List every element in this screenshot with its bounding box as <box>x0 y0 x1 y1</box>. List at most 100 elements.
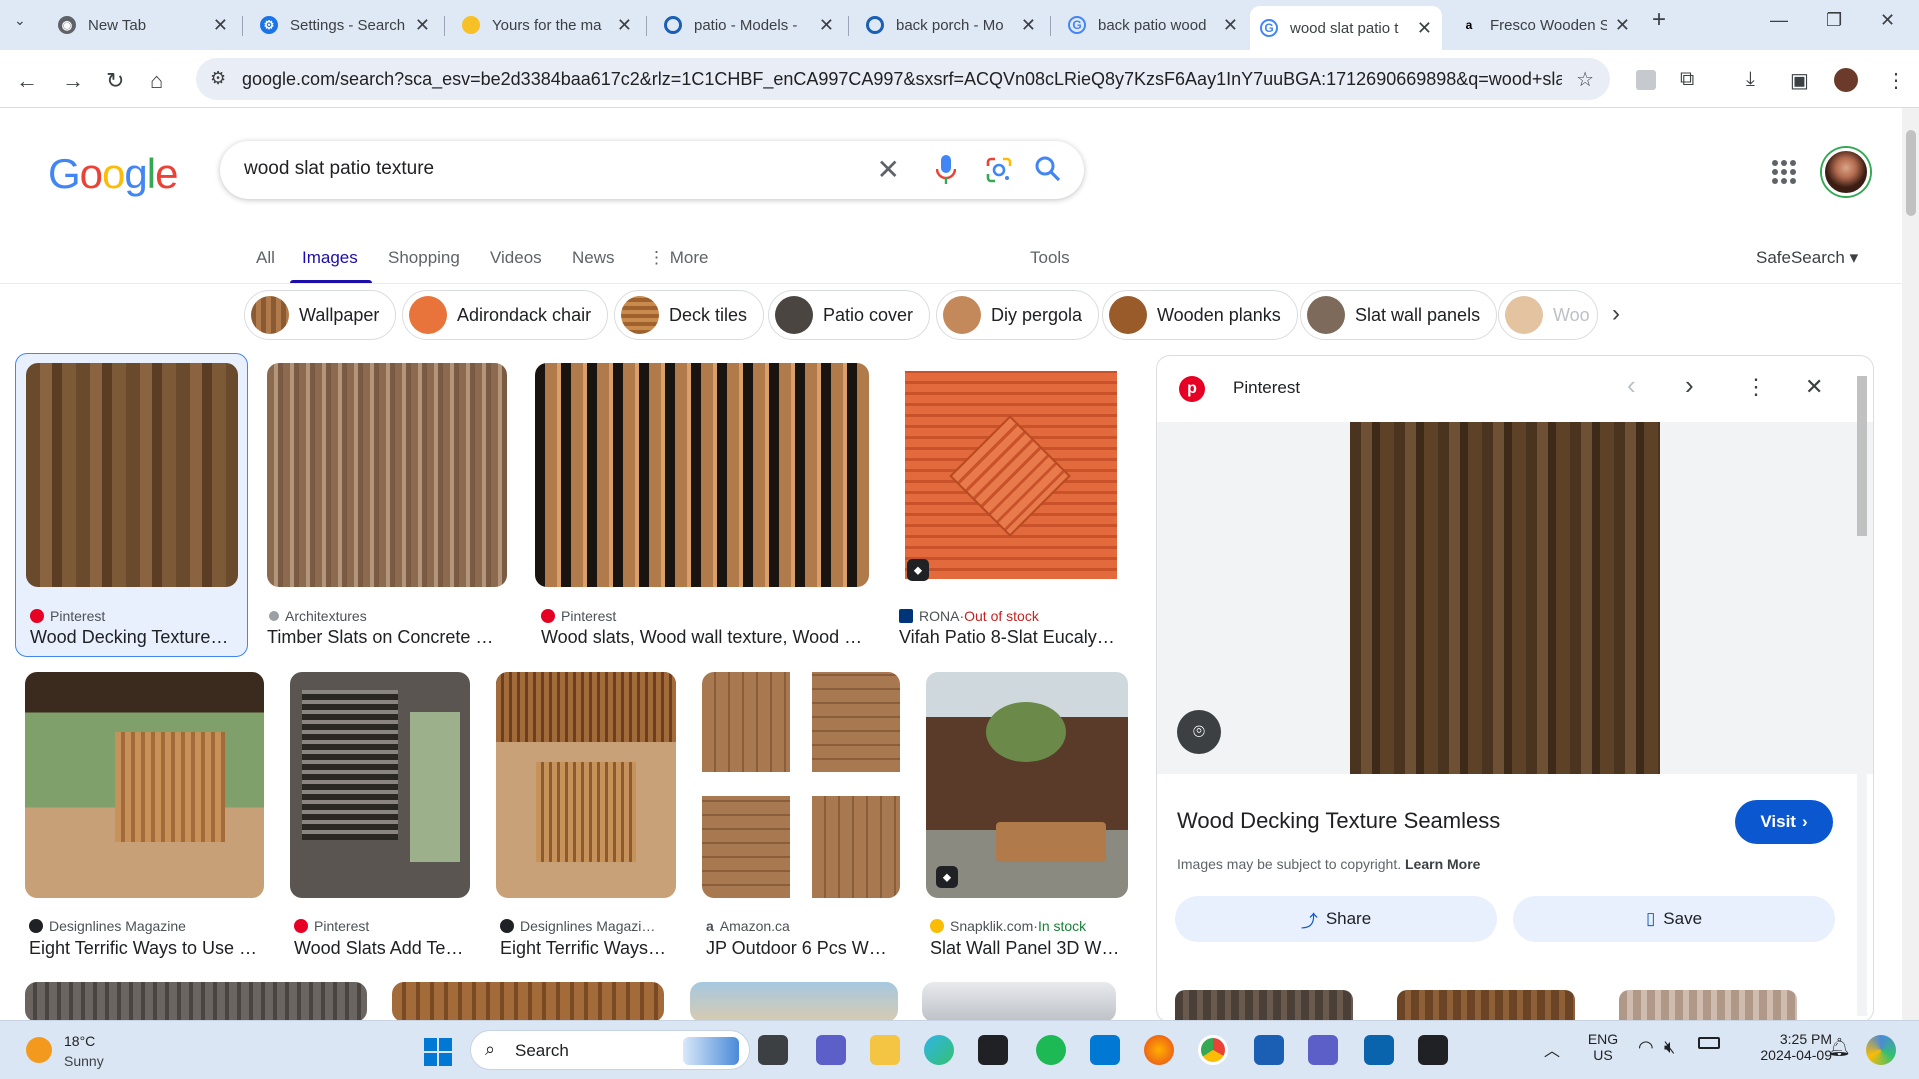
learn-more-link[interactable]: Learn More <box>1405 856 1480 872</box>
spotify-icon[interactable] <box>1036 1035 1066 1065</box>
close-icon[interactable]: ✕ <box>617 15 632 36</box>
visit-button[interactable]: Visit › <box>1735 800 1833 844</box>
tab-back-porch[interactable]: back porch - Mo ✕ <box>856 8 1046 42</box>
result-caption[interactable]: Wood Slats Add Te… <box>294 938 470 959</box>
result-thumbnail[interactable] <box>26 363 238 587</box>
result-thumbnail[interactable]: ⬥ <box>926 672 1128 898</box>
share-button[interactable]: ⤴ Share <box>1175 896 1497 942</box>
search-icon[interactable] <box>1034 155 1062 183</box>
tab-all[interactable]: All <box>256 248 275 268</box>
download-icon[interactable]: ⤓ <box>1746 68 1755 91</box>
result-caption[interactable]: Eight Terrific Ways… <box>500 938 676 959</box>
weather-temp[interactable]: 18°C <box>64 1033 95 1049</box>
tab-wood-slat-patio[interactable]: G wood slat patio t ✕ <box>1250 6 1442 50</box>
close-icon[interactable]: ✕ <box>1417 18 1432 39</box>
profile-avatar[interactable] <box>1834 68 1858 92</box>
close-icon[interactable]: ✕ <box>213 15 228 36</box>
chip-wallpaper[interactable]: Wallpaper <box>244 290 397 340</box>
previous-icon[interactable]: ‹ <box>1627 370 1636 401</box>
store-icon[interactable] <box>1090 1035 1120 1065</box>
chip-diy-pergola[interactable]: Diy pergola <box>936 290 1100 340</box>
clear-search-icon[interactable]: ✕ <box>877 153 900 186</box>
language-indicator[interactable]: ENG US <box>1586 1031 1620 1063</box>
weather-label[interactable]: Sunny <box>64 1053 104 1069</box>
taskbar-search[interactable]: ⌕ Search <box>470 1030 750 1070</box>
window-close-icon[interactable]: ✕ <box>1880 10 1895 31</box>
forward-icon[interactable]: → <box>62 68 84 94</box>
chip-slat-wall-panels[interactable]: Slat wall panels <box>1300 290 1498 340</box>
result-caption[interactable]: Wood Decking Texture… <box>30 627 242 648</box>
tab-news[interactable]: News <box>572 248 615 268</box>
close-icon[interactable]: ✕ <box>1615 15 1630 36</box>
scrollbar-thumb[interactable] <box>1906 130 1916 216</box>
result-source[interactable]: RONA · Out of stock <box>899 608 1039 624</box>
close-preview-icon[interactable]: ✕ <box>1805 374 1823 400</box>
result-thumbnail[interactable] <box>535 363 869 587</box>
result-thumbnail[interactable] <box>25 672 264 898</box>
next-icon[interactable]: › <box>1685 370 1694 401</box>
address-bar[interactable]: ⚙ google.com/search?sca_esv=be2d3384baa6… <box>196 58 1610 100</box>
start-windows-icon[interactable] <box>424 1038 452 1066</box>
firefox-icon[interactable] <box>1144 1035 1174 1065</box>
close-icon[interactable]: ✕ <box>1021 15 1036 36</box>
result-thumbnail[interactable] <box>25 982 367 1020</box>
reload-icon[interactable]: ↻ <box>106 68 124 94</box>
result-source[interactable]: a Amazon.ca <box>706 918 790 934</box>
page-scrollbar[interactable] <box>1902 108 1919 1020</box>
chrome-taskbar-icon[interactable] <box>1198 1035 1228 1065</box>
teams-taskbar-icon[interactable] <box>1308 1035 1338 1065</box>
lens-search-icon[interactable]: ⌾ <box>1177 710 1221 754</box>
chips-next-icon[interactable]: › <box>1612 300 1620 328</box>
result-caption[interactable]: Slat Wall Panel 3D W… <box>930 938 1128 959</box>
tab-yours[interactable]: Yours for the ma ✕ <box>452 8 642 42</box>
extensions-puzzle-icon[interactable]: ⧉ <box>1680 68 1694 91</box>
tab-shopping[interactable]: Shopping <box>388 248 460 268</box>
result-thumbnail[interactable] <box>922 982 1116 1020</box>
tab-fresco-wooden[interactable]: a Fresco Wooden S ✕ <box>1450 8 1640 42</box>
close-icon[interactable]: ✕ <box>415 15 430 36</box>
teams-icon[interactable] <box>816 1035 846 1065</box>
close-icon[interactable]: ✕ <box>819 15 834 36</box>
side-panel-icon[interactable]: ▣ <box>1790 68 1809 93</box>
result-source[interactable]: Designlines Magazine <box>29 918 186 934</box>
volume-muted-icon[interactable]: 🔇︎ <box>1664 1037 1675 1058</box>
edge-icon[interactable] <box>924 1035 954 1065</box>
preview-image[interactable] <box>1350 422 1660 774</box>
chip-wooden-planks[interactable]: Wooden planks <box>1102 290 1298 340</box>
back-icon[interactable]: ← <box>16 68 38 94</box>
result-caption[interactable]: Timber Slats on Concrete … <box>267 627 507 648</box>
microphone-icon[interactable] <box>936 155 956 185</box>
chip-adirondack-chair[interactable]: Adirondack chair <box>402 290 609 340</box>
tab-videos[interactable]: Videos <box>490 248 542 268</box>
tab-settings[interactable]: ⚙ Settings - Search ✕ <box>250 8 440 42</box>
tab-patio-models[interactable]: patio - Models - ✕ <box>654 8 844 42</box>
wifi-icon[interactable]: ◠ <box>1638 1037 1654 1058</box>
tools-button[interactable]: Tools <box>1030 248 1070 268</box>
google-logo[interactable]: Google <box>48 150 178 198</box>
tab-search-chevron-icon[interactable]: ⌄ <box>14 12 26 29</box>
result-caption[interactable]: Wood slats, Wood wall texture, Wood … <box>541 627 871 648</box>
file-explorer-icon[interactable] <box>870 1035 900 1065</box>
battery-icon[interactable] <box>1698 1037 1720 1049</box>
bookmark-star-icon[interactable]: ☆ <box>1576 67 1594 92</box>
restore-icon[interactable]: ❐ <box>1826 10 1842 31</box>
preview-source[interactable]: Pinterest <box>1233 378 1300 398</box>
tab-new-tab[interactable]: ◉ New Tab ✕ <box>48 8 238 42</box>
clock[interactable]: 3:25 PM 2024-04-09 <box>1752 1031 1832 1063</box>
app-icon[interactable] <box>1418 1035 1448 1065</box>
result-caption[interactable]: Vifah Patio 8-Slat Eucaly… <box>899 627 1127 648</box>
google-lens-icon[interactable] <box>986 157 1012 183</box>
outlook-icon[interactable] <box>1364 1035 1394 1065</box>
safesearch-menu[interactable]: SafeSearch ▾ <box>1756 248 1858 268</box>
new-tab-button[interactable]: + <box>1652 6 1666 34</box>
result-thumbnail[interactable] <box>290 672 470 898</box>
menu-kebab-icon[interactable]: ⋮ <box>1886 68 1906 93</box>
app-icon[interactable] <box>978 1035 1008 1065</box>
result-source[interactable]: Designlines Magazi… <box>500 918 655 934</box>
tab-back-patio-wood[interactable]: G back patio wood ✕ <box>1058 8 1248 42</box>
weather-sun-icon[interactable] <box>26 1037 52 1063</box>
related-thumbnail[interactable] <box>1175 990 1353 1020</box>
chip-woo[interactable]: Woo <box>1498 290 1598 340</box>
tab-images[interactable]: Images <box>302 248 358 268</box>
related-thumbnail[interactable] <box>1397 990 1575 1020</box>
